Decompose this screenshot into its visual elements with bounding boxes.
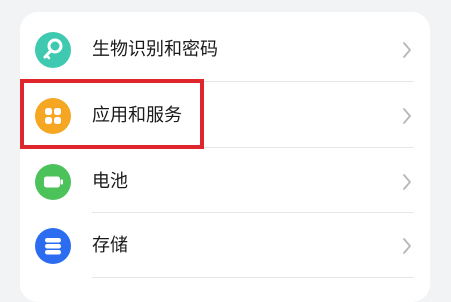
divider xyxy=(92,277,414,278)
chevron-right-icon xyxy=(403,174,411,190)
settings-item-label: 电池 xyxy=(92,171,128,192)
chevron-right-icon xyxy=(403,108,411,124)
settings-card: 生物识别和密码 应用和服务 电池 存储 xyxy=(20,12,430,302)
settings-item-biometrics-password[interactable]: 生物识别和密码 xyxy=(20,16,430,81)
battery-icon xyxy=(35,164,71,200)
storage-icon xyxy=(35,228,71,264)
settings-item-label: 生物识别和密码 xyxy=(92,39,218,60)
chevron-right-icon xyxy=(403,238,411,254)
settings-item-storage[interactable]: 存储 xyxy=(20,212,430,277)
chevron-right-icon xyxy=(403,42,411,58)
highlight-box xyxy=(20,79,204,149)
key-icon xyxy=(35,32,71,68)
settings-item-label: 存储 xyxy=(92,235,128,256)
settings-item-battery[interactable]: 电池 xyxy=(20,148,430,213)
